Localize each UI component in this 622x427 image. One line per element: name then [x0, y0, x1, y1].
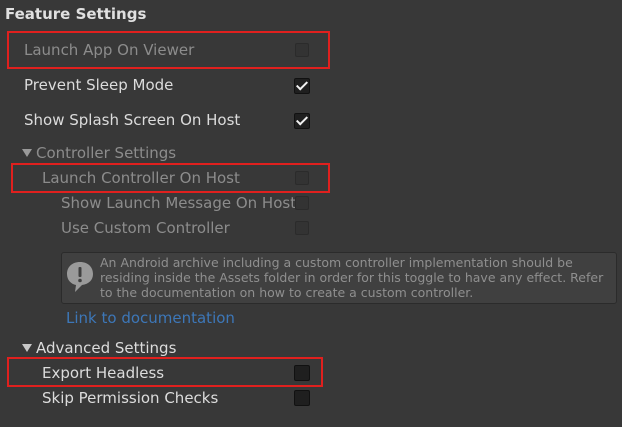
info-icon	[65, 259, 95, 295]
use-custom-controller-label: Use Custom Controller	[61, 219, 230, 237]
prevent-sleep-mode-label: Prevent Sleep Mode	[24, 76, 174, 94]
show-launch-message-checkbox[interactable]	[295, 196, 309, 210]
show-splash-screen-label: Show Splash Screen On Host	[24, 111, 241, 129]
export-headless-checkbox[interactable]	[294, 365, 310, 381]
launch-controller-on-host-checkbox[interactable]	[295, 171, 309, 185]
advanced-settings-foldout-label[interactable]: Advanced Settings	[36, 338, 176, 358]
show-launch-message-label: Show Launch Message On Host	[61, 194, 297, 212]
advanced-settings-foldout-arrow-icon[interactable]	[22, 344, 32, 352]
launch-controller-on-host-label: Launch Controller On Host	[42, 169, 240, 187]
skip-permission-checks-label: Skip Permission Checks	[42, 389, 219, 407]
prevent-sleep-mode-checkbox[interactable]	[294, 78, 310, 94]
use-custom-controller-checkbox[interactable]	[295, 221, 309, 235]
export-headless-label: Export Headless	[42, 364, 165, 382]
launch-app-on-viewer-label: Launch App On Viewer	[24, 41, 195, 59]
helpbox-text: An Android archive including a custom co…	[100, 255, 604, 300]
skip-permission-checks-checkbox[interactable]	[294, 390, 310, 406]
section-title-feature-settings: Feature Settings	[5, 5, 147, 23]
documentation-link[interactable]: Link to documentation	[66, 309, 235, 327]
controller-settings-foldout-arrow-icon[interactable]	[22, 149, 32, 157]
launch-app-on-viewer-checkbox[interactable]	[295, 43, 309, 57]
controller-settings-foldout-label[interactable]: Controller Settings	[36, 143, 176, 163]
show-splash-screen-checkbox[interactable]	[294, 113, 310, 129]
